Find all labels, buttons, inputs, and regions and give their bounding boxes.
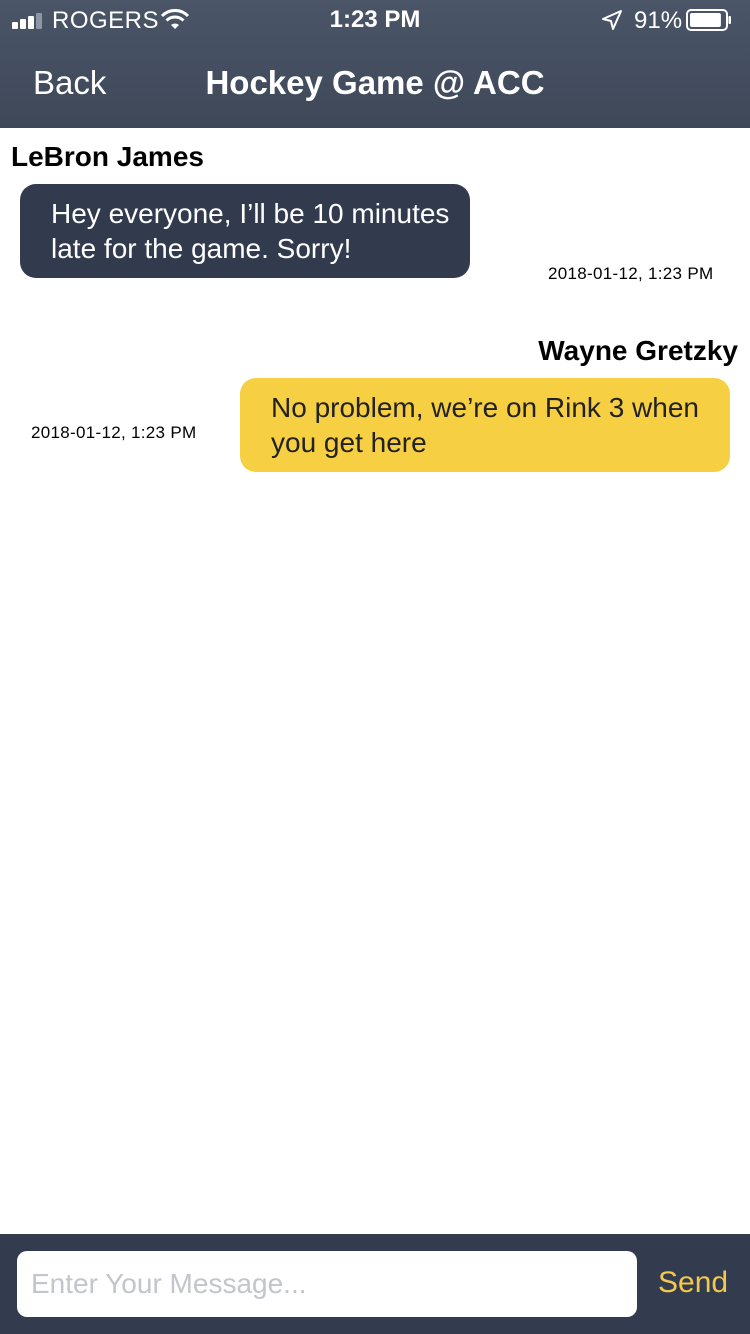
send-button[interactable]: Send	[658, 1266, 728, 1300]
status-bar: ROGERS 1:23 PM 91%	[0, 0, 750, 40]
header: ROGERS 1:23 PM 91% Back Hockey Game @ AC…	[0, 0, 750, 128]
chat-screen: ROGERS 1:23 PM 91% Back Hockey Game @ AC…	[0, 0, 750, 1334]
message-list[interactable]: LeBron James Hey everyone, I’ll be 10 mi…	[0, 128, 750, 1234]
message-composer: Send	[0, 1234, 750, 1334]
message-bubble: No problem, we’re on Rink 3 when you get…	[240, 378, 730, 472]
location-arrow-icon	[602, 10, 622, 30]
message-input[interactable]	[17, 1251, 637, 1317]
message-timestamp: 2018-01-12, 1:23 PM	[548, 264, 714, 283]
sender-name: LeBron James	[11, 141, 204, 172]
page-title: Hockey Game @ ACC	[205, 64, 545, 101]
sender-name: Wayne Gretzky	[538, 335, 738, 366]
battery-icon	[686, 9, 731, 31]
message-timestamp: 2018-01-12, 1:23 PM	[31, 423, 197, 442]
message-bubble: Hey everyone, I’ll be 10 minutes late fo…	[20, 184, 470, 278]
battery-percent: 91%	[634, 7, 683, 34]
nav-bar: Back Hockey Game @ ACC	[0, 40, 750, 128]
